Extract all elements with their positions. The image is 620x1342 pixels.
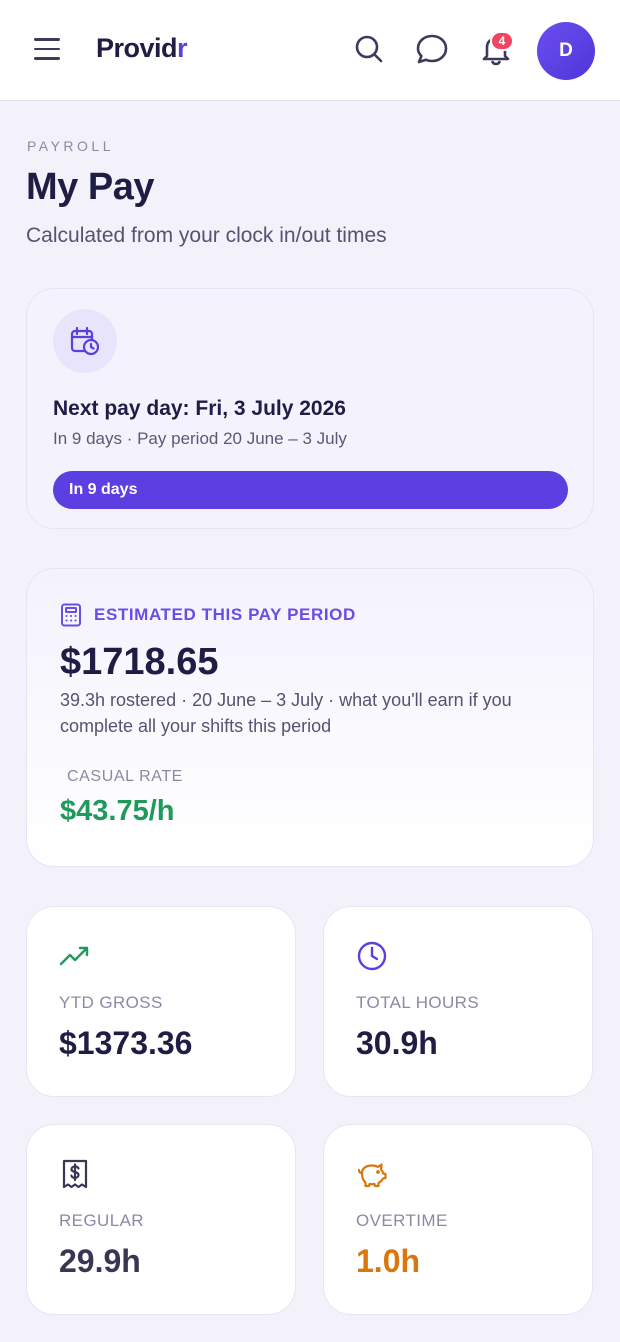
- calendar-clock-icon: [53, 309, 117, 373]
- next-payday-card: Next pay day: Fri, 3 July 2026 In 9 days…: [26, 288, 594, 529]
- overtime-card: OVERTIME 1.0h: [323, 1124, 593, 1315]
- brand-name-accent: r: [177, 33, 188, 63]
- page-title: My Pay: [26, 166, 154, 208]
- estimate-description: 39.3h rostered · 20 June – 3 July · what…: [60, 690, 512, 736]
- top-bar: Providr 4 D: [0, 0, 620, 101]
- payday-title: Next pay day: Fri, 3 July 2026: [53, 397, 346, 420]
- estimated-pay-card: ESTIMATED THIS PAY PERIOD $1718.65 39.3h…: [26, 568, 594, 867]
- payday-subtitle: In 9 days · Pay period 20 June – 3 July: [53, 429, 347, 448]
- stat-value: $1373.36: [59, 1025, 193, 1061]
- calculator-icon: [61, 603, 81, 627]
- stat-value: 29.9h: [59, 1243, 141, 1279]
- payday-countdown-pill: In 9 days: [53, 471, 568, 509]
- stat-label: OVERTIME: [356, 1211, 448, 1230]
- brand-logo[interactable]: Providr: [96, 33, 188, 64]
- stat-value: 1.0h: [356, 1243, 421, 1279]
- estimate-label: ESTIMATED THIS PAY PERIOD: [94, 605, 356, 624]
- rate-label: CASUAL RATE: [67, 768, 183, 785]
- piggy-bank-icon: [356, 1158, 388, 1190]
- receipt-icon: [59, 1158, 91, 1190]
- notification-badge: 4: [490, 31, 514, 51]
- stat-label: TOTAL HOURS: [356, 993, 480, 1012]
- stat-label: REGULAR: [59, 1211, 144, 1230]
- avatar[interactable]: D: [537, 22, 595, 80]
- rate-value: $43.75/h: [60, 795, 175, 827]
- stat-value: 30.9h: [356, 1025, 438, 1061]
- page-subtitle: Calculated from your clock in/out times: [26, 224, 387, 247]
- stat-label: YTD GROSS: [59, 993, 163, 1012]
- brand-name: Provid: [96, 33, 178, 63]
- section-eyebrow: PAYROLL: [27, 138, 115, 154]
- total-hours-card: TOTAL HOURS 30.9h: [323, 906, 593, 1097]
- search-icon[interactable]: [351, 31, 387, 67]
- ytd-gross-card: YTD GROSS $1373.36: [26, 906, 296, 1097]
- trending-up-icon: [59, 940, 91, 972]
- chat-icon[interactable]: [414, 31, 450, 67]
- menu-icon[interactable]: [34, 38, 62, 64]
- clock-icon: [356, 940, 388, 972]
- estimate-amount: $1718.65: [60, 641, 219, 683]
- estimate-header: ESTIMATED THIS PAY PERIOD: [60, 603, 356, 627]
- regular-hours-card: REGULAR 29.9h: [26, 1124, 296, 1315]
